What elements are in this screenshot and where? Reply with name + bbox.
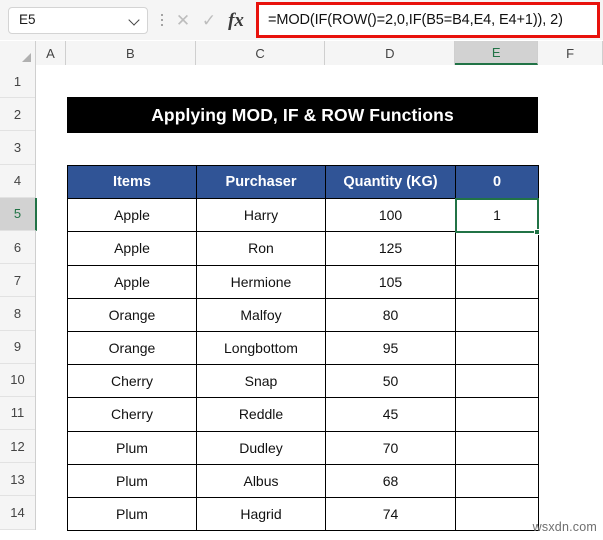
row-header-3[interactable]: 3	[0, 131, 35, 165]
table-row: Orange Longbottom 95	[67, 330, 539, 366]
fill-handle[interactable]	[534, 229, 540, 235]
column-headers: ABCDEF	[0, 41, 603, 65]
enter-icon[interactable]: ✓	[196, 7, 222, 33]
cell-items[interactable]: Apple	[67, 198, 197, 233]
row-header-11[interactable]: 11	[0, 396, 35, 431]
cell-flag[interactable]	[455, 364, 539, 399]
column-header-f[interactable]: F	[538, 41, 603, 65]
cell-purchaser[interactable]: Malfoy	[196, 297, 326, 332]
cell-flag[interactable]	[455, 463, 539, 498]
cell-items[interactable]: Plum	[67, 496, 197, 532]
column-header-e[interactable]: E	[455, 41, 539, 65]
cell-quantity[interactable]: 100	[325, 198, 456, 233]
cell-purchaser[interactable]: Snap	[196, 364, 326, 399]
cell-purchaser[interactable]: Dudley	[196, 430, 326, 465]
cancel-icon[interactable]: ✕	[170, 7, 196, 33]
cell-flag[interactable]	[455, 330, 539, 366]
cell-quantity[interactable]: 105	[325, 264, 456, 299]
cell-flag[interactable]	[455, 297, 539, 332]
cell-flag[interactable]	[455, 231, 539, 266]
table-header-row: Items Purchaser Quantity (KG) 0	[67, 164, 539, 200]
cell-quantity[interactable]: 125	[325, 231, 456, 266]
column-header-a[interactable]: A	[35, 41, 66, 65]
cell-flag[interactable]	[455, 430, 539, 465]
insert-function-icon[interactable]: fx	[222, 7, 250, 33]
row-header-2[interactable]: 2	[0, 98, 35, 132]
row-header-13[interactable]: 13	[0, 463, 35, 497]
cell-items[interactable]: Orange	[67, 297, 197, 332]
row-header-10[interactable]: 10	[0, 363, 35, 397]
table-row: Apple Ron 125	[67, 231, 539, 266]
column-header-d[interactable]: D	[325, 41, 456, 65]
table-row: Plum Albus 68	[67, 463, 539, 498]
kebab-dot	[160, 23, 164, 27]
table-row: Cherry Snap 50	[67, 364, 539, 399]
row-header-12[interactable]: 12	[0, 430, 35, 464]
cell-items[interactable]: Orange	[67, 330, 197, 366]
cell-purchaser[interactable]: Reddle	[196, 397, 326, 432]
cell-items[interactable]: Apple	[67, 264, 197, 299]
cell-quantity[interactable]: 50	[325, 364, 456, 399]
title-banner: Applying MOD, IF & ROW Functions	[67, 97, 538, 133]
cell-quantity[interactable]: 74	[325, 496, 456, 532]
row-header-6[interactable]: 6	[0, 230, 35, 265]
row-header-7[interactable]: 7	[0, 264, 35, 298]
row-headers: 1 2 3 4 5 6 7 8 9 10 11 12 13 14	[0, 65, 37, 530]
kebab-dot	[160, 13, 164, 17]
formula-bar: E5 ✕ ✓ fx =MOD(IF(ROW()=2,0,IF(B5=B4,E4,…	[0, 0, 603, 40]
cell-purchaser[interactable]: Ron	[196, 231, 326, 266]
cell-purchaser[interactable]: Harry	[196, 198, 326, 233]
formula-text: =MOD(IF(ROW()=2,0,IF(B5=B4,E4, E4+1)), 2…	[268, 12, 563, 28]
page-title: Applying MOD, IF & ROW Functions	[151, 104, 454, 125]
cell-items[interactable]: Plum	[67, 463, 197, 498]
column-header-purchaser[interactable]: Purchaser	[196, 164, 326, 200]
more-options-icon[interactable]	[154, 8, 170, 32]
cell-flag[interactable]	[455, 496, 539, 532]
kebab-dot	[160, 18, 164, 22]
formula-input[interactable]: =MOD(IF(ROW()=2,0,IF(B5=B4,E4, E4+1)), 2…	[256, 2, 600, 38]
table-row: Cherry Reddle 45	[67, 397, 539, 432]
cell-quantity[interactable]: 80	[325, 297, 456, 332]
cell-quantity[interactable]: 95	[325, 330, 456, 366]
name-box-value: E5	[19, 12, 36, 28]
row-header-1[interactable]: 1	[0, 65, 35, 99]
row-header-9[interactable]: 9	[0, 330, 35, 364]
name-box[interactable]: E5	[8, 6, 148, 34]
table-row: Apple Hermione 105	[67, 264, 539, 299]
column-header-items[interactable]: Items	[67, 164, 197, 200]
table-row: Plum Dudley 70	[67, 430, 539, 465]
row-header-5[interactable]: 5	[0, 197, 37, 231]
column-header-quantity[interactable]: Quantity (KG)	[325, 164, 456, 200]
cell-quantity[interactable]: 70	[325, 430, 456, 465]
table-row: Plum Hagrid 74	[67, 496, 539, 532]
cell-items[interactable]: Plum	[67, 430, 197, 465]
column-header-b[interactable]: B	[65, 41, 196, 65]
cell-purchaser[interactable]: Albus	[196, 463, 326, 498]
cell-purchaser[interactable]: Longbottom	[196, 330, 326, 366]
cell-items[interactable]: Cherry	[67, 364, 197, 399]
cell-quantity[interactable]: 45	[325, 397, 456, 432]
row-header-14[interactable]: 14	[0, 496, 35, 530]
select-all-corner[interactable]	[0, 41, 36, 65]
table-row: Apple Harry 100 1	[67, 198, 539, 233]
column-header-c[interactable]: C	[195, 41, 326, 65]
column-header-flag[interactable]: 0	[455, 164, 539, 200]
cell-items[interactable]: Apple	[67, 231, 197, 266]
cell-flag[interactable]: 1	[455, 198, 539, 233]
row-header-4[interactable]: 4	[0, 164, 35, 198]
cell-items[interactable]: Cherry	[67, 397, 197, 432]
data-table: Items Purchaser Quantity (KG) 0 Apple Har…	[67, 164, 539, 532]
cell-quantity[interactable]: 68	[325, 463, 456, 498]
cell-flag[interactable]	[455, 264, 539, 299]
cell-purchaser[interactable]: Hermione	[196, 264, 326, 299]
watermark: wsxdn.com	[532, 520, 597, 534]
cell-flag[interactable]	[455, 397, 539, 432]
table-row: Orange Malfoy 80	[67, 297, 539, 332]
cell-purchaser[interactable]: Hagrid	[196, 496, 326, 532]
row-header-8[interactable]: 8	[0, 297, 35, 331]
chevron-down-icon[interactable]	[129, 15, 140, 26]
